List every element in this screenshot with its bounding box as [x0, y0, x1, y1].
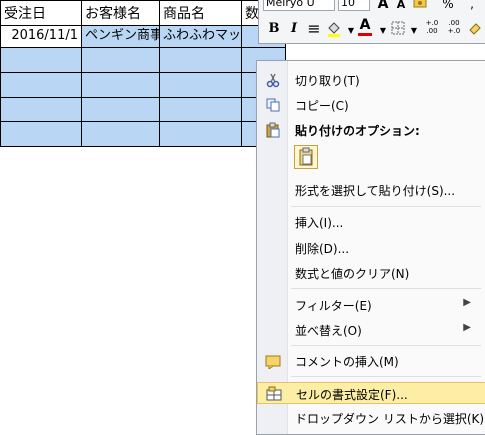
decrease-decimal-icon[interactable]: .00 +.0: [445, 19, 463, 37]
menu-item-label: 貼り付けのオプション:: [295, 124, 420, 138]
submenu-arrow-icon: ▶: [463, 297, 471, 308]
menu-item-cut[interactable]: 切り取り(T): [257, 69, 485, 91]
context-menu: 切り取り(T) コピー(C) 貼り付けのオプション: 形式を選択して貼り付け(S…: [256, 60, 485, 435]
header-cell-product[interactable]: 商品名: [160, 0, 242, 26]
bold-button[interactable]: B: [265, 20, 283, 38]
percent-style-icon[interactable]: %: [439, 0, 457, 13]
table-cell[interactable]: [82, 98, 160, 122]
comma-style-icon[interactable]: ,: [463, 0, 481, 13]
table-cell[interactable]: [0, 48, 82, 73]
menu-separator: [291, 345, 481, 346]
menu-item-label: コピー(C): [295, 99, 349, 113]
cell-customer[interactable]: ペンギン商事: [82, 26, 160, 48]
menu-item-label: セルの書式設定(F)...: [296, 388, 408, 402]
paste-option-button[interactable]: [294, 145, 318, 169]
menu-item-label: 形式を選択して貼り付け(S)...: [295, 184, 456, 198]
menu-item-label: 数式と値のクリア(N): [295, 267, 410, 281]
menu-item-copy[interactable]: コピー(C): [257, 94, 485, 116]
currency-format-icon[interactable]: [412, 0, 430, 13]
menu-item-paste-special[interactable]: 形式を選択して貼り付け(S)...: [257, 179, 485, 201]
font-color-button[interactable]: A: [356, 18, 374, 36]
menu-item-label: 並べ替え(O): [295, 324, 362, 338]
menu-item-filter[interactable]: フィルター(E) ▶: [257, 294, 485, 316]
menu-item-label: コメントの挿入(M): [295, 355, 399, 369]
menu-item-clear-contents[interactable]: 数式と値のクリア(N): [257, 262, 485, 284]
menu-item-pick-from-list[interactable]: ドロップダウン リストから選択(K)...: [257, 407, 485, 429]
menu-separator: [291, 376, 481, 377]
decrease-font-size-icon[interactable]: A: [392, 0, 410, 14]
menu-separator: [291, 288, 481, 289]
copy-icon: [265, 97, 281, 113]
fill-color-icon[interactable]: [325, 20, 343, 38]
menu-item-format-cells[interactable]: セルの書式設定(F)...: [257, 382, 485, 404]
align-center-button[interactable]: ≡: [305, 20, 323, 38]
format-cells-icon: [266, 386, 282, 402]
menu-item-paste-options: 貼り付けのオプション:: [257, 119, 485, 141]
font-size-box[interactable]: 10: [338, 0, 370, 11]
table-cell[interactable]: [82, 48, 160, 73]
increase-font-size-icon[interactable]: A: [374, 0, 392, 13]
format-painter-icon[interactable]: [467, 20, 485, 38]
cell-order-date[interactable]: 2016/11/1: [0, 26, 82, 48]
table-cell[interactable]: [0, 73, 82, 98]
menu-item-label: フィルター(E): [295, 299, 372, 313]
menu-item-sort[interactable]: 並べ替え(O) ▶: [257, 319, 485, 341]
menu-item-label: ドロップダウン リストから選択(K)...: [295, 412, 485, 426]
menu-item-insert[interactable]: 挿入(I)...: [257, 211, 485, 233]
header-cell-order-date[interactable]: 受注日: [0, 0, 82, 26]
table-cell[interactable]: [160, 98, 242, 122]
table-cell[interactable]: [160, 48, 242, 73]
mini-toolbar: Meiryo U 10 A A % , B I ≡ ▼ A ▼ ▼ +.0 .0…: [258, 0, 485, 44]
menu-item-label: 切り取り(T): [295, 74, 360, 88]
table-cell[interactable]: [82, 73, 160, 98]
menu-item-label: 削除(D)...: [295, 242, 350, 256]
header-cell-customer[interactable]: お客様名: [82, 0, 160, 26]
cell-product[interactable]: ふわふわマット: [160, 26, 242, 48]
paste-icon: [265, 122, 281, 138]
menu-item-label: 挿入(I)...: [295, 216, 344, 230]
menu-item-insert-comment[interactable]: コメントの挿入(M): [257, 350, 485, 372]
increase-decimal-icon[interactable]: +.0 .00: [423, 19, 441, 37]
comment-icon: [265, 353, 281, 370]
menu-item-delete[interactable]: 削除(D)...: [257, 237, 485, 259]
menu-separator: [291, 206, 481, 207]
scissors-icon: [265, 72, 281, 88]
italic-button[interactable]: I: [285, 20, 303, 38]
table-cell[interactable]: [0, 98, 82, 122]
chevron-down-icon[interactable]: ▼: [405, 22, 423, 40]
table-cell[interactable]: [160, 73, 242, 98]
table-cell[interactable]: [82, 122, 160, 147]
font-name-box[interactable]: Meiryo U: [263, 0, 335, 11]
table-cell[interactable]: [0, 122, 82, 147]
table-cell[interactable]: [160, 122, 242, 147]
submenu-arrow-icon: ▶: [463, 322, 471, 333]
